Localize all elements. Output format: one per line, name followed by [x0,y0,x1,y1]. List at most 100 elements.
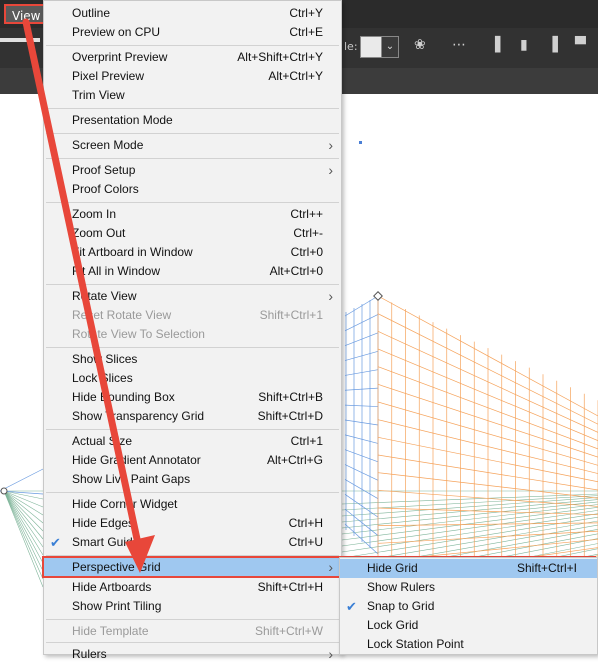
view-menu-item-actual-size[interactable]: Actual Size Ctrl+1 [44,432,341,451]
menu-item-shortcut: Alt+Ctrl+Y [268,69,323,83]
view-menu-item-hide-gradient-annotator[interactable]: Hide Gradient Annotator Alt+Ctrl+G [44,451,341,470]
menu-item-label: Show Slices [72,352,138,366]
view-menu-item-smart-guides[interactable]: ✔ Smart Guides Ctrl+U [44,533,341,552]
menu-item-label: Rotate View To Selection [72,327,205,341]
menu-item-label: Show Rulers [367,580,436,594]
grid-line [344,419,379,426]
menu-separator [46,45,339,46]
perspective-submenu-item-lock-grid[interactable]: Lock Grid [340,616,597,635]
recolor-icon[interactable]: ❀ [414,37,426,53]
grid-line [0,468,44,492]
view-menu-item-hide-artboards[interactable]: Hide Artboards Shift+Ctrl+H [44,578,341,597]
view-menu-item-trim-view[interactable]: Trim View [44,86,341,105]
grid-line [3,490,44,580]
submenu-arrow-icon: › [328,137,333,153]
view-menu-item-preview-on-cpu[interactable]: Preview on CPU Ctrl+E [44,23,341,42]
align-right-icon[interactable]: ▐ [547,37,558,53]
view-menu-item-show-transparency-grid[interactable]: Show Transparency Grid Shift+Ctrl+D [44,407,341,426]
vanishing-point-widget [359,141,362,144]
menu-item-label: Preview on CPU [72,25,161,39]
menu-item-label: Proof Setup [72,163,136,177]
view-menu-item-fit-all-in-window[interactable]: Fit All in Window Alt+Ctrl+0 [44,262,341,281]
view-menu-item-fit-artboard-in-window[interactable]: Fit Artboard in Window Ctrl+0 [44,243,341,262]
menu-item-label: Fit Artboard in Window [72,245,193,259]
view-menu-item-lock-slices[interactable]: Lock Slices [44,369,341,388]
view-menu-item-proof-setup[interactable]: Proof Setup › [44,161,341,180]
checkmark-icon: ✔ [346,599,357,614]
menu-separator [46,347,339,348]
menu-separator [46,642,339,643]
view-menu-item-outline[interactable]: Outline Ctrl+Y [44,4,341,23]
menu-item-label: Hide Corner Widget [72,497,178,511]
menu-item-shortcut: Shift+Ctrl+1 [259,308,323,322]
menu-item-shortcut: Shift+Ctrl+B [258,390,323,404]
view-menu-item-pixel-preview[interactable]: Pixel Preview Alt+Ctrl+Y [44,67,341,86]
menu-item-label: Outline [72,6,111,20]
view-menu-button[interactable]: View [4,4,49,24]
menu-item-shortcut: Shift+Ctrl+W [254,624,323,638]
menu-item-label: Zoom Out [72,226,126,240]
view-menu-item-overprint-preview[interactable]: Overprint Preview Alt+Shift+Ctrl+Y [44,48,341,67]
style-label: le: [344,40,358,53]
menu-item-label: Hide Gradient Annotator [72,453,201,467]
submenu-arrow-icon: › [328,559,333,575]
view-menu-item-proof-colors[interactable]: Proof Colors [44,180,341,199]
align-left-icon[interactable]: ▌ [495,37,506,53]
align-center-icon[interactable]: ▮ [520,37,528,53]
view-menu-item-screen-mode[interactable]: Screen Mode › [44,136,341,155]
menu-item-label: Hide Template [72,624,149,638]
view-menu-item-hide-bounding-box[interactable]: Hide Bounding Box Shift+Ctrl+B [44,388,341,407]
view-menu-item-hide-edges[interactable]: Hide Edges Ctrl+H [44,514,341,533]
view-menu-item-hide-corner-widget[interactable]: Hide Corner Widget [44,495,341,514]
menu-item-label: Show Transparency Grid [72,409,205,423]
grid-line [3,490,44,532]
view-menu-item-perspective-grid[interactable]: Perspective Grid › [44,558,341,577]
grid-line [344,449,379,463]
menu-item-shortcut: Alt+Ctrl+G [266,453,323,467]
view-menu-item-show-slices[interactable]: Show Slices [44,350,341,369]
menu-separator [46,133,339,134]
menu-item-shortcut: Ctrl+1 [290,434,323,448]
menu-item-label: Hide Bounding Box [72,390,175,404]
menu-item-label: Proof Colors [72,182,139,196]
view-menu-item-hide-template: Hide Template Shift+Ctrl+W [44,622,341,641]
perspective-submenu-item-hide-grid[interactable]: Hide Grid Shift+Ctrl+I [340,559,597,578]
grid-line [344,295,379,317]
grid-line [344,464,379,481]
view-menu-item-show-print-tiling[interactable]: Show Print Tiling [44,597,341,616]
style-dropdown[interactable]: ⌄ [381,36,399,58]
menu-item-label: Lock Station Point [367,637,464,651]
menu-item-label: Pixel Preview [72,69,145,83]
grid-line [341,493,598,505]
menu-item-shortcut: Shift+Ctrl+D [257,409,323,423]
style-swatch[interactable] [360,36,382,58]
view-menu-item-rotate-view[interactable]: Rotate View › [44,287,341,306]
perspective-submenu-item-lock-station-point[interactable]: Lock Station Point [340,635,597,654]
menu-separator [46,202,339,203]
menu-item-label: Snap to Grid [367,599,435,613]
view-menu-item-zoom-out[interactable]: Zoom Out Ctrl+- [44,224,341,243]
align-top-icon[interactable]: ▀ [575,37,586,53]
checkmark-icon: ✔ [50,535,61,550]
menu-separator [46,555,339,556]
grid-line [344,387,379,391]
perspective-submenu-item-show-rulers[interactable]: Show Rulers [340,578,597,597]
menu-separator [46,619,339,620]
view-menu: Outline Ctrl+Y Preview on CPU Ctrl+E Overpri… [43,0,342,662]
select-similar-icon[interactable]: ⋯ [452,37,466,53]
perspective-submenu-item-snap-to-grid[interactable]: ✔ Snap to Grid [340,597,597,616]
view-menu-item-show-live-paint-gaps[interactable]: Show Live Paint Gaps [44,470,341,489]
grid-line [344,332,379,347]
perspective-grid-submenu: Hide Grid Shift+Ctrl+I Show Rulers ✔ Snap to… [339,557,598,655]
stroke-swatch[interactable] [0,38,40,42]
menu-item-shortcut: Ctrl+U [288,535,323,549]
menu-item-label: Smart Guides [72,535,146,549]
grid-line [3,490,44,524]
menu-separator [46,429,339,430]
view-menu-item-presentation-mode[interactable]: Presentation Mode [44,111,341,130]
grid-line [344,369,379,376]
menu-item-shortcut: Ctrl+0 [290,245,323,259]
submenu-arrow-icon: › [328,288,333,304]
view-menu-item-zoom-in[interactable]: Zoom In Ctrl++ [44,205,341,224]
menu-item-label: Hide Grid [367,561,418,575]
